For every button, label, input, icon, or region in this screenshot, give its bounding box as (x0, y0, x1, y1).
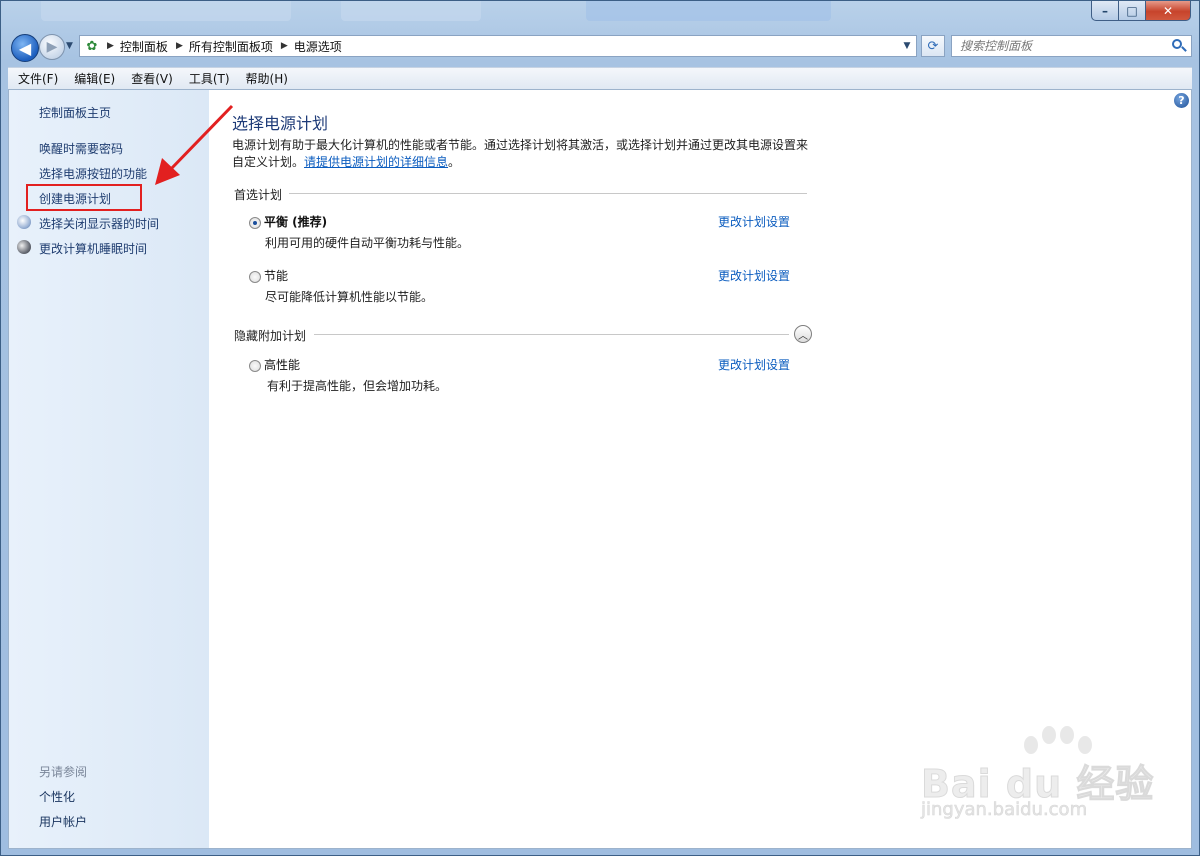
breadcrumb-all-items[interactable]: 所有控制面板项 (189, 38, 273, 55)
back-arrow-icon[interactable]: ◀ (11, 34, 39, 62)
plan-balanced-desc: 利用可用的硬件自动平衡功耗与性能。 (265, 236, 470, 250)
hidden-plans-heading: 隐藏附加计划 (234, 329, 307, 343)
address-dropdown-icon[interactable]: ▼ (900, 38, 914, 54)
moon-icon (17, 240, 31, 254)
plan-high-performance-desc: 有利于提高性能，但会增加功耗。 (267, 379, 448, 393)
sidebar-item-home[interactable]: 控制面板主页 (39, 104, 111, 121)
divider (289, 193, 807, 194)
radio-balanced[interactable] (249, 217, 261, 229)
sidebar-item-sleep-time[interactable]: 更改计算机睡眠时间 (39, 240, 147, 257)
chevron-right-icon[interactable]: ▶ (281, 41, 288, 51)
minimize-button[interactable]: – (1091, 1, 1119, 21)
divider (314, 334, 789, 335)
recent-pages-dropdown-icon[interactable]: ▼ (66, 41, 73, 51)
annotation-highlight-box (26, 184, 142, 211)
page-title: 选择电源计划 (232, 114, 329, 133)
plan-power-saver-desc: 尽可能降低计算机性能以节能。 (265, 290, 434, 304)
sidebar-item-display-off[interactable]: 选择关闭显示器的时间 (39, 215, 159, 232)
control-panel-window: – □ ✕ ◀ ▶ ▼ ✿ ▶ 控制面板 ▶ 所有控制面板项 ▶ 电源选项 ▼ … (0, 0, 1200, 856)
close-button[interactable]: ✕ (1145, 1, 1191, 21)
address-bar[interactable]: ✿ ▶ 控制面板 ▶ 所有控制面板项 ▶ 电源选项 ▼ (79, 35, 917, 57)
sidebar-item-wake-password[interactable]: 唤醒时需要密码 (39, 140, 123, 157)
maximize-button[interactable]: □ (1118, 1, 1146, 21)
baidu-watermark: Bai du 经验 jingyan.baidu.com (916, 723, 1154, 833)
breadcrumb-control-panel[interactable]: 控制面板 (120, 38, 168, 55)
menu-tools[interactable]: 工具(T) (179, 70, 236, 87)
radio-high-performance[interactable] (249, 360, 261, 372)
sidebar-item-personalization[interactable]: 个性化 (39, 788, 75, 805)
page-description: 电源计划有助于最大化计算机的性能或者节能。通过选择计划将其激活，或选择计划并通过… (232, 137, 817, 171)
sidebar-item-power-buttons[interactable]: 选择电源按钮的功能 (39, 165, 147, 182)
chevron-up-icon[interactable]: ︿ (794, 325, 812, 343)
navigation-bar: ◀ ▶ ▼ ✿ ▶ 控制面板 ▶ 所有控制面板项 ▶ 电源选项 ▼ ⟳ (1, 31, 1199, 65)
sidebar: 控制面板主页 唤醒时需要密码 选择电源按钮的功能 创建电源计划 选择关闭显示器的… (9, 90, 209, 848)
see-also-heading: 另请参阅 (39, 765, 88, 779)
control-panel-icon: ✿ (86, 38, 98, 54)
change-plan-settings-balanced[interactable]: 更改计划设置 (718, 213, 790, 230)
preferred-plans-heading: 首选计划 (234, 188, 283, 202)
plan-balanced-name[interactable]: 平衡 (推荐) (264, 213, 327, 230)
breadcrumb-power-options[interactable]: 电源选项 (294, 38, 342, 55)
change-plan-settings-high-performance[interactable]: 更改计划设置 (718, 356, 790, 373)
plan-power-saver-name[interactable]: 节能 (264, 267, 288, 284)
menu-view[interactable]: 查看(V) (121, 70, 179, 87)
radio-power-saver[interactable] (249, 271, 261, 283)
sidebar-item-user-accounts[interactable]: 用户帐户 (39, 813, 87, 830)
background-taskbar-item (586, 1, 831, 21)
plan-details-link[interactable]: 请提供电源计划的详细信息 (304, 155, 448, 169)
background-taskbar-item (41, 1, 291, 21)
forward-arrow-icon[interactable]: ▶ (39, 34, 65, 60)
menu-bar: 文件(F) 编辑(E) 查看(V) 工具(T) 帮助(H) (8, 67, 1192, 89)
help-icon[interactable]: ? (1174, 93, 1189, 108)
change-plan-settings-power-saver[interactable]: 更改计划设置 (718, 267, 790, 284)
plan-high-performance-name[interactable]: 高性能 (264, 356, 300, 373)
chevron-right-icon[interactable]: ▶ (176, 41, 183, 51)
menu-help[interactable]: 帮助(H) (236, 70, 294, 87)
chevron-right-icon[interactable]: ▶ (107, 41, 114, 51)
clock-icon (17, 215, 31, 229)
background-taskbar-item (341, 1, 481, 21)
watermark-url: jingyan.baidu.com (921, 799, 1088, 821)
menu-edit[interactable]: 编辑(E) (64, 70, 121, 87)
search-icon[interactable] (1172, 39, 1182, 49)
menu-file[interactable]: 文件(F) (8, 70, 64, 87)
title-bar: – □ ✕ (1, 1, 1199, 27)
search-input[interactable] (951, 35, 1192, 57)
description-end: 。 (448, 155, 461, 169)
refresh-icon[interactable]: ⟳ (921, 35, 945, 57)
